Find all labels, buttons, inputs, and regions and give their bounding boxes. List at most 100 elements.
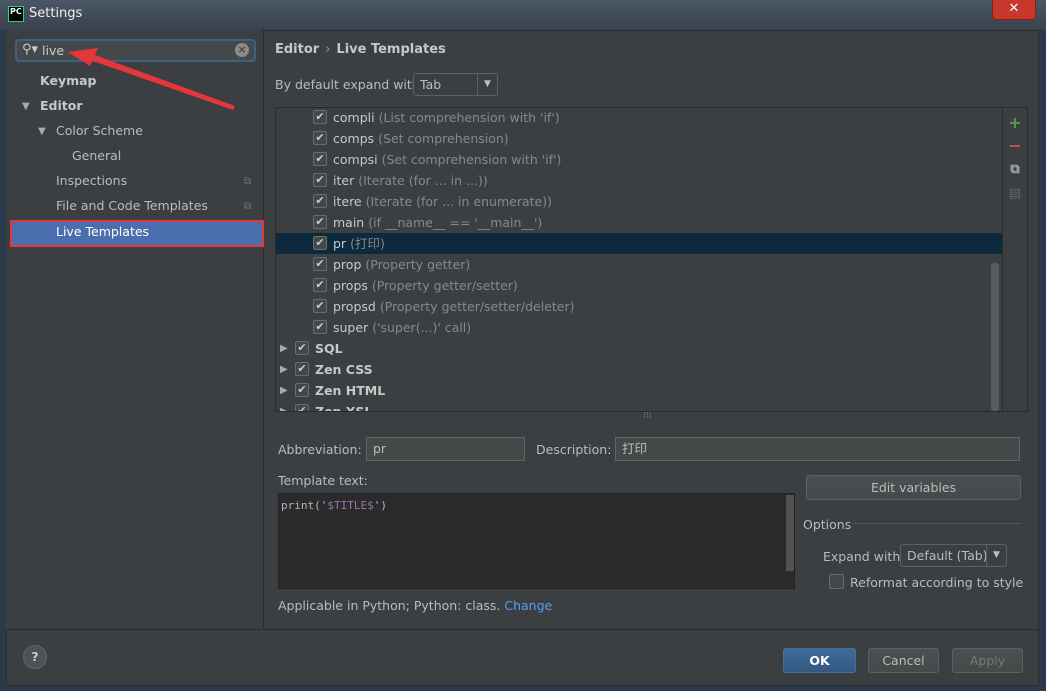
cancel-button[interactable]: Cancel	[868, 648, 939, 673]
template-checkbox[interactable]: ✔	[313, 278, 327, 292]
template-code: print('	[281, 499, 328, 512]
expand-triangle-icon[interactable]: ▼	[38, 126, 46, 137]
remove-icon[interactable]: −	[1007, 136, 1023, 155]
template-name: propsd	[333, 299, 376, 314]
template-description: (Set comprehension)	[378, 131, 509, 146]
project-settings-icon: ⧉	[244, 201, 252, 212]
template-row[interactable]: ✔ super ('super(...)' call)	[276, 317, 1002, 338]
group-checkbox[interactable]: ✔	[295, 362, 309, 376]
splitter-handle[interactable]: ⁝⁝⁝	[643, 411, 652, 421]
expand-default-label: By default expand with	[275, 77, 420, 92]
breadcrumb-separator: ›	[325, 42, 331, 57]
breadcrumb-parent[interactable]: Editor	[275, 42, 319, 57]
chevron-down-icon: ▼	[986, 545, 1006, 566]
close-button[interactable]: ✕	[992, 0, 1036, 20]
expand-default-value: Tab	[420, 77, 442, 92]
expand-with-label: Expand with	[823, 549, 901, 564]
change-link[interactable]: Change	[504, 598, 552, 613]
template-checkbox[interactable]: ✔	[313, 215, 327, 229]
template-row[interactable]: ✔ props (Property getter/setter)	[276, 275, 1002, 296]
reformat-checkbox[interactable]	[829, 574, 844, 589]
options-divider	[853, 523, 1021, 524]
template-group-row[interactable]: ▶ ✔ Zen CSS	[276, 359, 1002, 380]
project-settings-icon: ⧉	[244, 176, 252, 187]
breadcrumb: Editor › Live Templates	[275, 42, 446, 57]
template-checkbox[interactable]: ✔	[313, 152, 327, 166]
expand-triangle-icon[interactable]: ▶	[280, 359, 288, 380]
expand-with-value: Default (Tab)	[907, 548, 988, 563]
template-scrollbar[interactable]	[786, 495, 794, 571]
apply-button[interactable]: Apply	[952, 648, 1023, 673]
template-text-editor[interactable]: print('$TITLE$')	[278, 493, 795, 589]
applicable-contexts: Applicable in Python; Python: class. Cha…	[278, 598, 552, 613]
expand-triangle-icon[interactable]: ▶	[280, 380, 288, 401]
tree-toolbar: + − ⧉ ▤	[1002, 108, 1027, 411]
reformat-label[interactable]: Reformat according to style	[850, 575, 1023, 590]
group-checkbox[interactable]: ✔	[295, 404, 309, 411]
ok-button[interactable]: OK	[783, 648, 856, 673]
template-row[interactable]: ✔ iter (Iterate (for ... in ...))	[276, 170, 1002, 191]
expand-with-select[interactable]: Default (Tab) ▼	[900, 544, 1007, 567]
template-row[interactable]: ✔ comps (Set comprehension)	[276, 128, 1002, 149]
expand-default-select[interactable]: Tab ▼	[413, 73, 498, 96]
add-icon[interactable]: +	[1007, 113, 1023, 132]
sidebar-item-file-templates[interactable]: File and Code Templates	[56, 195, 208, 217]
template-name: comps	[333, 131, 375, 146]
expand-triangle-icon[interactable]: ▶	[280, 338, 288, 359]
footer-divider	[7, 629, 1038, 630]
template-description: (List comprehension with 'if')	[378, 110, 560, 125]
group-name: SQL	[315, 341, 343, 356]
template-description: (if __name__ == '__main__')	[368, 215, 543, 230]
template-description: (Property getter)	[365, 257, 471, 272]
template-description: (Iterate (for ... in ...))	[358, 173, 488, 188]
template-checkbox[interactable]: ✔	[313, 236, 327, 250]
template-group-row[interactable]: ▶ ✔ SQL	[276, 338, 1002, 359]
template-row[interactable]: ✔ itere (Iterate (for ... in enumerate))	[276, 191, 1002, 212]
description-input[interactable]: 打印	[615, 437, 1020, 461]
breadcrumb-current: Live Templates	[336, 42, 446, 57]
list-scrollbar[interactable]	[991, 263, 999, 411]
template-name: prop	[333, 257, 362, 272]
template-row[interactable]: ✔ main (if __name__ == '__main__')	[276, 212, 1002, 233]
template-checkbox[interactable]: ✔	[313, 110, 327, 124]
group-name: Zen CSS	[315, 362, 373, 377]
template-row[interactable]: ✔ pr (打印)	[276, 233, 1002, 254]
sidebar-item-general[interactable]: General	[72, 145, 121, 167]
template-name: compsi	[333, 152, 378, 167]
templates-tree: ✔ compli (List comprehension with 'if') ✔ c…	[275, 107, 1028, 412]
template-row[interactable]: ✔ compsi (Set comprehension with 'if')	[276, 149, 1002, 170]
edit-variables-button[interactable]: Edit variables	[806, 475, 1021, 500]
sidebar-item-live-templates[interactable]: Live Templates	[10, 220, 264, 247]
template-checkbox[interactable]: ✔	[313, 299, 327, 313]
template-row[interactable]: ✔ prop (Property getter)	[276, 254, 1002, 275]
template-row[interactable]: ✔ compli (List comprehension with 'if')	[276, 108, 1002, 128]
annotation-arrow	[68, 48, 235, 110]
sidebar-item-inspections[interactable]: Inspections	[56, 170, 127, 192]
template-checkbox[interactable]: ✔	[313, 257, 327, 271]
template-name: super	[333, 320, 369, 335]
template-description: (Property getter/setter/deleter)	[379, 299, 575, 314]
abbreviation-label: Abbreviation:	[278, 442, 362, 457]
template-checkbox[interactable]: ✔	[313, 194, 327, 208]
template-description: (Set comprehension with 'if')	[381, 152, 562, 167]
template-name: iter	[333, 173, 355, 188]
chevron-down-icon: ▼	[477, 74, 497, 95]
template-description: (打印)	[350, 236, 385, 251]
options-label: Options	[803, 517, 852, 532]
sidebar-item-color-scheme[interactable]: Color Scheme	[56, 120, 143, 142]
expand-triangle-icon[interactable]: ▶	[280, 401, 288, 411]
template-name: main	[333, 215, 365, 230]
restore-icon[interactable]: ▤	[1007, 186, 1023, 201]
template-name: props	[333, 278, 368, 293]
abbreviation-input[interactable]: pr	[366, 437, 525, 461]
copy-icon[interactable]: ⧉	[1007, 162, 1023, 177]
template-group-row[interactable]: ▶ ✔ Zen XSL	[276, 401, 1002, 411]
template-checkbox[interactable]: ✔	[313, 131, 327, 145]
group-checkbox[interactable]: ✔	[295, 341, 309, 355]
template-row[interactable]: ✔ propsd (Property getter/setter/deleter)	[276, 296, 1002, 317]
help-button[interactable]: ?	[23, 645, 47, 669]
template-checkbox[interactable]: ✔	[313, 320, 327, 334]
group-checkbox[interactable]: ✔	[295, 383, 309, 397]
template-checkbox[interactable]: ✔	[313, 173, 327, 187]
template-group-row[interactable]: ▶ ✔ Zen HTML	[276, 380, 1002, 401]
